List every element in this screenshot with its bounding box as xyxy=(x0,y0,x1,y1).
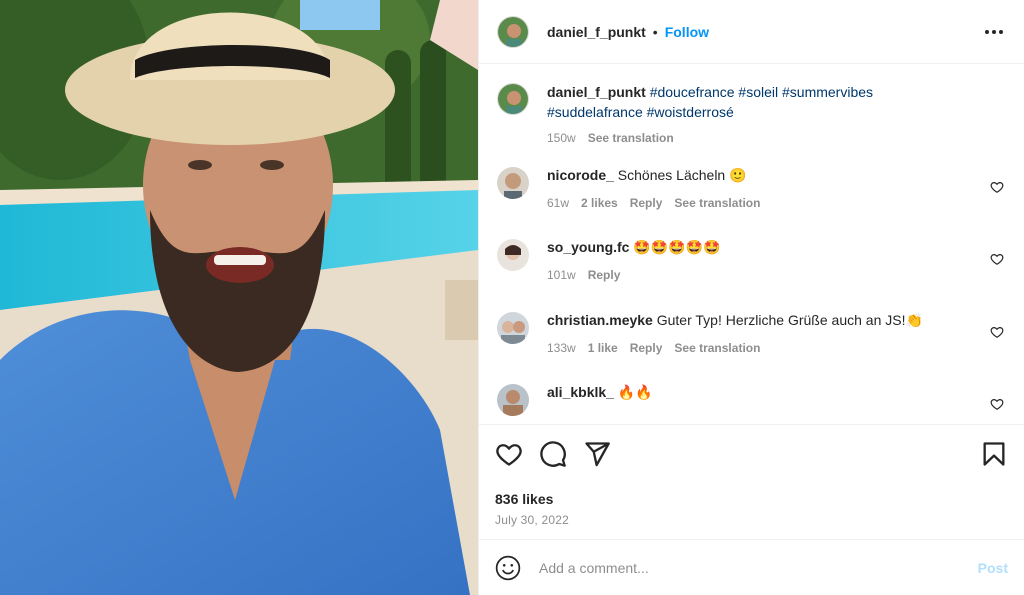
comment-like-heart-icon[interactable] xyxy=(990,325,1004,339)
commenter-avatar[interactable] xyxy=(497,167,529,199)
comment-username[interactable]: ali_kbklk_ xyxy=(547,384,614,400)
caption-time[interactable]: 150w xyxy=(547,128,576,148)
commenter-avatar[interactable] xyxy=(497,312,529,344)
comment-time[interactable]: 61w xyxy=(547,193,569,213)
reply-button[interactable]: Reply xyxy=(630,193,663,213)
post-photo[interactable] xyxy=(0,0,478,595)
comments-list[interactable]: daniel_f_punkt #doucefrance #soleil #sum… xyxy=(479,65,1024,423)
comment-likes[interactable]: 2 likes xyxy=(581,193,618,213)
comment-time[interactable]: 133w xyxy=(547,338,576,358)
add-comment-bar: Post xyxy=(479,539,1024,595)
separator-dot: • xyxy=(652,23,658,40)
comment-like-heart-icon[interactable] xyxy=(990,397,1004,411)
comment-row: ali_kbklk_ 🔥🔥 xyxy=(497,382,1006,416)
add-comment-input[interactable] xyxy=(539,559,978,576)
more-options-icon[interactable] xyxy=(982,20,1006,44)
comment-row: so_young.fc 🤩🤩🤩🤩🤩 101w Reply xyxy=(497,237,1006,285)
reply-button[interactable]: Reply xyxy=(630,338,663,358)
bookmark-icon[interactable] xyxy=(980,440,1008,468)
comment-username[interactable]: christian.meyke xyxy=(547,312,653,328)
share-icon[interactable] xyxy=(583,440,611,468)
comment-text: Guter Typ! Herzliche Grüße auch an JS!👏 xyxy=(656,312,923,328)
caption-username[interactable]: daniel_f_punkt xyxy=(547,84,646,100)
comment-text: 🤩🤩🤩🤩🤩 xyxy=(633,239,721,255)
post-header: daniel_f_punkt • Follow xyxy=(479,0,1024,64)
emoji-icon[interactable] xyxy=(495,555,521,581)
post-image xyxy=(0,0,478,595)
commenter-avatar[interactable] xyxy=(497,239,529,271)
post-comment-button[interactable]: Post xyxy=(978,560,1008,576)
comment-likes[interactable]: 1 like xyxy=(588,338,618,358)
reply-button[interactable]: Reply xyxy=(588,265,621,285)
comment-row: nicorode_ Schönes Lächeln 🙂 61w 2 likes … xyxy=(497,165,1006,213)
caption-avatar[interactable] xyxy=(497,83,529,115)
see-translation-link[interactable]: See translation xyxy=(588,128,674,148)
comment-time[interactable]: 101w xyxy=(547,265,576,285)
comment-row: christian.meyke Guter Typ! Herzliche Grü… xyxy=(497,310,1006,358)
author-username[interactable]: daniel_f_punkt xyxy=(547,24,646,40)
comment-like-heart-icon[interactable] xyxy=(990,180,1004,194)
comment-like-heart-icon[interactable] xyxy=(990,252,1004,266)
post-panel: daniel_f_punkt • Follow daniel_f_punkt #… xyxy=(478,0,1024,595)
post-actions: 836 likes July 30, 2022 xyxy=(479,424,1024,539)
caption-hashtags[interactable]: #doucefrance #soleil #summervibes xyxy=(650,84,873,100)
comment-text: Schönes Lächeln 🙂 xyxy=(617,167,747,183)
caption-hashtags-2[interactable]: #suddelafrance #woistderrosé xyxy=(547,104,734,120)
see-translation-link[interactable]: See translation xyxy=(674,193,760,213)
author-avatar[interactable] xyxy=(497,15,529,48)
commenter-avatar[interactable] xyxy=(497,384,529,416)
caption: daniel_f_punkt #doucefrance #soleil #sum… xyxy=(497,81,1006,148)
comment-username[interactable]: so_young.fc xyxy=(547,239,629,255)
post-date[interactable]: July 30, 2022 xyxy=(495,513,1008,527)
follow-button[interactable]: Follow xyxy=(665,24,709,40)
comment-icon[interactable] xyxy=(539,440,567,468)
comment-username[interactable]: nicorode_ xyxy=(547,167,614,183)
heart-icon[interactable] xyxy=(495,440,523,468)
comment-text: 🔥🔥 xyxy=(617,384,653,400)
likes-count[interactable]: 836 likes xyxy=(495,491,1008,507)
see-translation-link[interactable]: See translation xyxy=(674,338,760,358)
